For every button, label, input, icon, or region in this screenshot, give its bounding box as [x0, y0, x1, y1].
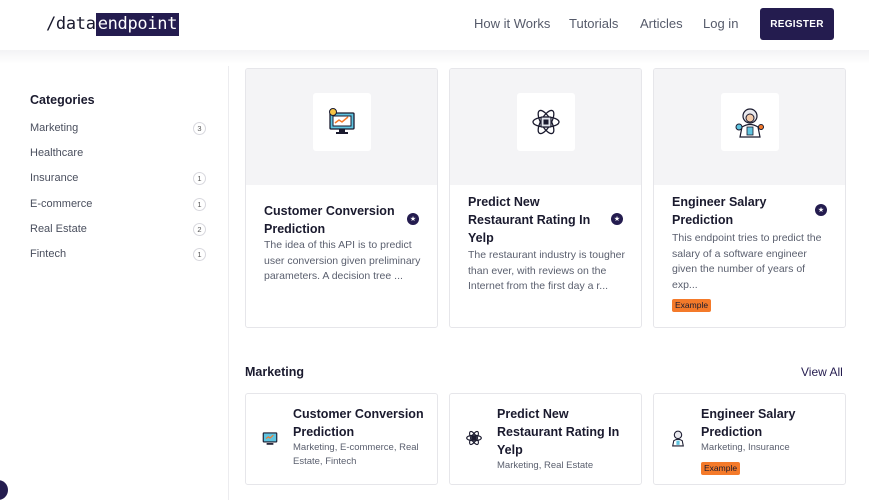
example-badge: Example	[701, 462, 741, 475]
count-badge: 1	[193, 247, 206, 261]
section-title: Marketing	[245, 365, 305, 379]
sidebar-item-marketing[interactable]: Marketing 3	[30, 120, 206, 136]
scientist-icon	[668, 428, 688, 448]
card-title: Customer Conversion Prediction	[264, 204, 395, 236]
card-title: Customer Conversion Prediction	[293, 407, 424, 439]
nav-tutorials[interactable]: Tutorials	[569, 16, 618, 31]
card-title: Predict New Restaurant Rating In Yelp	[497, 407, 620, 457]
atom-chip-icon	[464, 428, 484, 448]
card-tags: Marketing, Real Estate	[497, 460, 594, 471]
card-title: Predict New Restaurant Rating In Yelp	[468, 195, 591, 245]
card-tags: Marketing, E-commerce, Real Estate, Fint…	[293, 442, 419, 467]
nav-how-it-works[interactable]: How it Works	[474, 16, 550, 31]
sidebar-item-real-estate[interactable]: Real Estate 2	[30, 221, 206, 237]
sidebar-divider	[228, 66, 229, 500]
chat-widget-button[interactable]	[0, 480, 8, 500]
sidebar-item-label: Insurance	[30, 172, 79, 184]
header-divider	[0, 50, 869, 64]
featured-star-icon: ★	[815, 204, 827, 216]
atom-chip-icon	[517, 93, 575, 151]
card-tags: Marketing, Insurance	[701, 442, 790, 453]
example-badge-wrap: Example	[672, 295, 712, 313]
sidebar-item-label: Real Estate	[30, 223, 87, 235]
marketing-card-customer-conversion[interactable]: Customer Conversion Prediction Marketing…	[245, 393, 438, 485]
example-badge: Example	[672, 299, 712, 312]
marketing-card-engineer-salary[interactable]: Engineer Salary Prediction Marketing, In…	[653, 393, 846, 485]
logo-text: /data	[46, 14, 96, 34]
categories-heading: Categories	[30, 93, 95, 107]
featured-card-customer-conversion[interactable]: Customer Conversion Prediction ★ The ide…	[245, 68, 438, 328]
sidebar-item-ecommerce[interactable]: E-commerce 1	[30, 196, 206, 212]
count-badge: 2	[193, 222, 206, 236]
count-badge: 1	[193, 171, 206, 185]
logo[interactable]: /data endpoint	[46, 12, 180, 36]
logo-highlight: endpoint	[95, 12, 180, 36]
scientist-icon	[721, 93, 779, 151]
sidebar-item-label: E-commerce	[30, 198, 93, 210]
top-navbar: /data endpoint How it Works Tutorials Ar…	[0, 0, 869, 50]
view-all-link[interactable]: View All	[801, 365, 843, 379]
computer-analytics-icon	[260, 428, 280, 448]
card-hero	[450, 69, 641, 185]
featured-star-icon: ★	[611, 213, 623, 225]
count-badge: 3	[193, 121, 206, 135]
featured-card-restaurant-rating[interactable]: Predict New Restaurant Rating In Yelp ★ …	[449, 68, 642, 328]
nav-articles[interactable]: Articles	[640, 16, 683, 31]
card-title: Engineer Salary Prediction	[672, 195, 767, 227]
card-description: This endpoint tries to predict the salar…	[672, 232, 822, 291]
card-title: Engineer Salary Prediction	[701, 407, 796, 439]
sidebar-item-healthcare[interactable]: Healthcare	[30, 145, 206, 161]
card-hero	[246, 69, 437, 185]
sidebar-item-label: Marketing	[30, 122, 79, 134]
sidebar-item-label: Healthcare	[30, 147, 84, 159]
featured-card-engineer-salary[interactable]: Engineer Salary Prediction ★ This endpoi…	[653, 68, 846, 328]
card-description: The idea of this API is to predict user …	[264, 239, 421, 282]
register-button[interactable]: REGISTER	[760, 8, 834, 40]
example-badge-wrap: Example	[701, 458, 741, 476]
featured-star-icon: ★	[407, 213, 419, 225]
sidebar-item-insurance[interactable]: Insurance 1	[30, 170, 206, 186]
card-hero	[654, 69, 845, 185]
card-description: The restaurant industry is tougher than …	[468, 249, 625, 292]
sidebar-item-label: Fintech	[30, 248, 67, 260]
computer-analytics-icon	[313, 93, 371, 151]
nav-login[interactable]: Log in	[703, 16, 738, 31]
sidebar-item-fintech[interactable]: Fintech 1	[30, 246, 206, 262]
marketing-card-restaurant-rating[interactable]: Predict New Restaurant Rating In Yelp Ma…	[449, 393, 642, 485]
count-badge: 1	[193, 197, 206, 211]
